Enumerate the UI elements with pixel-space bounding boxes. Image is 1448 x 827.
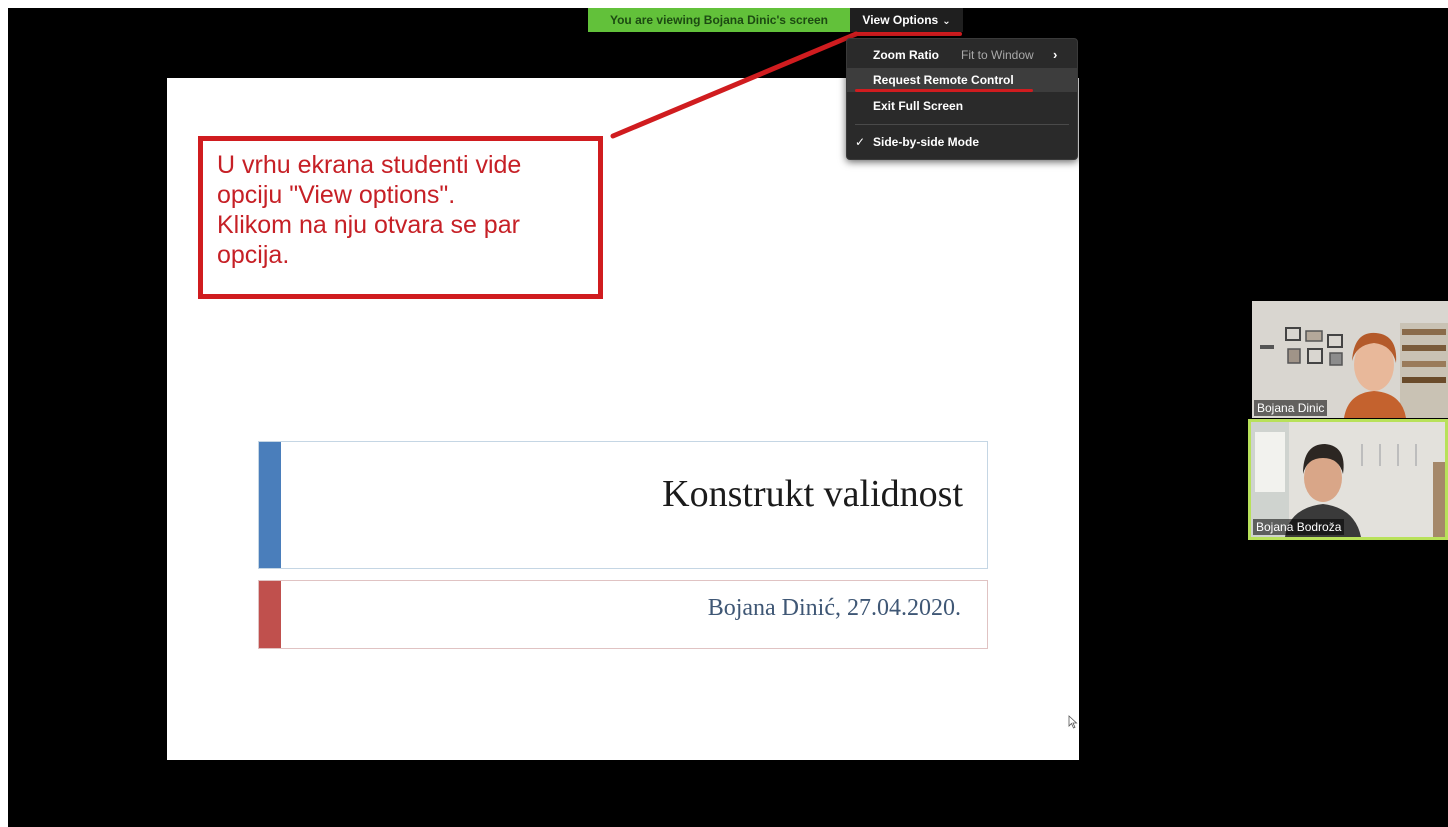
mouse-pointer-icon — [1068, 715, 1078, 729]
request-remote-highlight — [855, 89, 1033, 92]
participant-name: Bojana Dinic — [1254, 400, 1328, 416]
participant-video-tile[interactable]: Bojana Dinic — [1252, 301, 1448, 418]
menu-item-side-by-side-mode[interactable]: ✓ Side-by-side Mode — [847, 130, 1077, 154]
slide-title-block: Konstrukt validnost — [258, 441, 988, 569]
annotation-text: U vrhu ekrana studenti vide opciju "View… — [217, 151, 522, 269]
zoom-ratio-label: Zoom Ratio — [873, 48, 939, 62]
screen-share-banner: You are viewing Bojana Dinic's screen — [588, 8, 850, 32]
menu-item-zoom-ratio[interactable]: Zoom Ratio Fit to Window › — [847, 43, 1077, 67]
slide-subtitle: Bojana Dinić, 27.04.2020. — [707, 595, 961, 621]
annotation-box: U vrhu ekrana studenti vide opciju "View… — [198, 136, 603, 299]
chevron-down-icon: ⌄ — [942, 16, 951, 27]
participant-name: Bojana Bodroža — [1253, 519, 1345, 535]
screen-share-view: U vrhu ekrana studenti vide opciju "View… — [8, 8, 1448, 827]
view-options-button[interactable]: View Options ⌄ — [850, 8, 963, 32]
side-by-side-label: Side-by-side Mode — [873, 135, 980, 149]
active-speaker-video-tile[interactable]: Bojana Bodroža — [1248, 419, 1448, 540]
shared-slide: U vrhu ekrana studenti vide opciju "View… — [167, 78, 1079, 760]
exit-full-screen-label: Exit Full Screen — [873, 99, 964, 113]
zoom-ratio-value: Fit to Window — [961, 48, 1034, 62]
view-options-menu: Zoom Ratio Fit to Window › Request Remot… — [846, 38, 1078, 160]
slide-subtitle-block: Bojana Dinić, 27.04.2020. — [258, 580, 988, 649]
subtitle-accent-bar — [259, 581, 281, 648]
view-options-highlight — [854, 32, 962, 36]
menu-divider — [855, 124, 1069, 125]
chevron-right-icon: › — [1053, 47, 1058, 62]
slide-title: Konstrukt validnost — [662, 473, 963, 515]
view-options-label: View Options — [862, 13, 939, 27]
title-accent-bar — [259, 442, 281, 568]
checkmark-icon: ✓ — [855, 135, 866, 149]
menu-item-exit-full-screen[interactable]: Exit Full Screen — [847, 94, 1077, 118]
